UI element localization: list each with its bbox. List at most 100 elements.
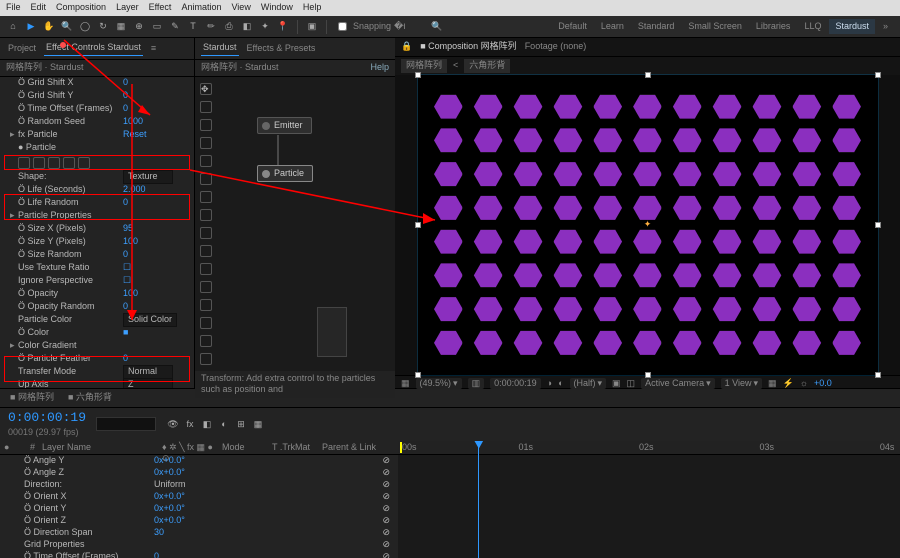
- timeline-prop-row[interactable]: Grid Properties⊘: [0, 539, 398, 551]
- resolution-select[interactable]: (Half) ▾: [570, 378, 607, 390]
- prop-row[interactable]: Ö Grid Shift X0: [4, 77, 190, 90]
- graph-icon[interactable]: ⊞: [234, 417, 248, 431]
- menu-effect[interactable]: Effect: [149, 2, 172, 14]
- nodetool-5-icon[interactable]: [200, 173, 212, 185]
- pickwhip-icon[interactable]: ⊘: [382, 491, 390, 503]
- prop-value[interactable]: 0: [123, 249, 128, 261]
- anchor-tool-icon[interactable]: ⊕: [132, 20, 146, 34]
- tab-composition[interactable]: ■ Composition 网格阵列: [420, 41, 516, 53]
- viewport[interactable]: ✦: [395, 75, 900, 375]
- tl-prop-value[interactable]: 30: [154, 527, 164, 539]
- timeline-prop-row[interactable]: Ö Orient X0x+0.0°⊘: [0, 491, 398, 503]
- ws-overflow-icon[interactable]: »: [877, 19, 894, 35]
- timeline-layer-list[interactable]: ●# Layer Name ♦ ✲ ╲ fx ▦ ● ⊙ Mode T .Trk…: [0, 441, 398, 558]
- nodetool-12-icon[interactable]: [200, 299, 212, 311]
- node-canvas[interactable]: Emitter Particle: [217, 77, 395, 371]
- prop-row[interactable]: Ö Size X (Pixels)95: [4, 223, 190, 236]
- text-tool-icon[interactable]: T: [186, 20, 200, 34]
- zoom-tool-icon[interactable]: 🔍: [60, 20, 74, 34]
- ws-stardust[interactable]: Stardust: [829, 19, 875, 35]
- tl-prop-value[interactable]: 0x+0.0°: [154, 503, 185, 515]
- prop-value[interactable]: 0: [123, 197, 128, 209]
- timeline-prop-row[interactable]: Ö Orient Y0x+0.0°⊘: [0, 503, 398, 515]
- tab-stardust[interactable]: Stardust: [201, 41, 239, 56]
- fast-preview-icon[interactable]: ⚡: [783, 378, 794, 390]
- menu-window[interactable]: Window: [261, 2, 293, 14]
- prop-row[interactable]: ● Particle: [4, 142, 190, 155]
- handle-rc[interactable]: [875, 222, 881, 228]
- prop-value[interactable]: ☐: [123, 262, 131, 274]
- tl-tab-2[interactable]: ■ 六角形背: [68, 392, 112, 404]
- prop-row[interactable]: Ö Life Random0: [4, 197, 190, 210]
- tab-effect-controls[interactable]: Effect Controls Stardust: [44, 41, 143, 56]
- preset-icon[interactable]: [33, 157, 45, 169]
- nodetool-3-icon[interactable]: [200, 137, 212, 149]
- menu-layer[interactable]: Layer: [116, 2, 139, 14]
- col-trkmat[interactable]: T .TrkMat: [268, 442, 318, 453]
- ws-libraries[interactable]: Libraries: [750, 19, 797, 35]
- preset-icon[interactable]: [78, 157, 90, 169]
- node-minimap[interactable]: [317, 307, 347, 357]
- handle-br[interactable]: [875, 372, 881, 378]
- tl-prop-value[interactable]: 0x+0.0°: [154, 455, 185, 467]
- nodetool-6-icon[interactable]: [200, 191, 212, 203]
- prop-value[interactable]: ■: [123, 327, 128, 339]
- timeline-search-input[interactable]: [96, 417, 156, 431]
- app-menubar[interactable]: File Edit Composition Layer Effect Anima…: [0, 0, 900, 16]
- workspace-switcher[interactable]: Default Learn Standard Small Screen Libr…: [552, 19, 894, 35]
- nodetool-1-icon[interactable]: [200, 101, 212, 113]
- brush-tool-icon[interactable]: ✏: [204, 20, 218, 34]
- nodetool-move-icon[interactable]: ✥: [200, 83, 212, 95]
- lock-icon[interactable]: 🔒: [401, 41, 412, 53]
- prop-row[interactable]: ▸fx ParticleReset: [4, 129, 190, 142]
- tl-tab-1[interactable]: ■ 网格阵列: [10, 392, 54, 404]
- shy-icon[interactable]: 👁: [166, 417, 180, 431]
- exposure-value[interactable]: +0.0: [814, 378, 832, 390]
- menu-animation[interactable]: Animation: [181, 2, 221, 14]
- nodetool-10-icon[interactable]: [200, 263, 212, 275]
- prop-row[interactable]: Transfer ModeNormal: [4, 366, 190, 379]
- prop-value[interactable]: 100: [123, 236, 138, 248]
- nodetool-4-icon[interactable]: [200, 155, 212, 167]
- prop-row[interactable]: ▸Color Gradient: [4, 340, 190, 353]
- ws-default[interactable]: Default: [552, 19, 593, 35]
- menu-file[interactable]: File: [6, 2, 21, 14]
- ws-llq[interactable]: LLQ: [798, 19, 827, 35]
- tl-prop-value[interactable]: 0x+0.0°: [154, 515, 185, 527]
- eraser-tool-icon[interactable]: ◧: [240, 20, 254, 34]
- nodetool-7-icon[interactable]: [200, 209, 212, 221]
- timeline-prop-row[interactable]: Ö Direction Span30⊘: [0, 527, 398, 539]
- pickwhip-icon[interactable]: ⊘: [382, 539, 390, 551]
- prop-row[interactable]: Up AxisZ: [4, 379, 190, 389]
- camera-tool-icon[interactable]: ▦: [114, 20, 128, 34]
- current-timecode[interactable]: 0:00:00:19: [8, 410, 86, 427]
- nodetool-15-icon[interactable]: [200, 353, 212, 365]
- pickwhip-icon[interactable]: ⊘: [382, 455, 390, 467]
- playhead[interactable]: [478, 441, 479, 558]
- preset-icon[interactable]: [63, 157, 75, 169]
- hand-tool-icon[interactable]: ✋: [42, 20, 56, 34]
- prop-row[interactable]: Ö Opacity Random0: [4, 301, 190, 314]
- pen-tool-icon[interactable]: ✎: [168, 20, 182, 34]
- prop-row[interactable]: Particle ColorSolid Color: [4, 314, 190, 327]
- timeline-prop-row[interactable]: Ö Angle Y0x+0.0°⊘: [0, 455, 398, 467]
- prop-row[interactable]: ▸Particle Properties: [4, 210, 190, 223]
- roto-tool-icon[interactable]: ✦: [258, 20, 272, 34]
- alpha-icon[interactable]: ◐: [558, 378, 563, 390]
- timecode-readout[interactable]: 0:00:00:19: [490, 378, 541, 390]
- prop-row[interactable]: Ö Random Seed1000: [4, 116, 190, 129]
- prop-value[interactable]: Texture: [123, 170, 173, 184]
- crumb-1[interactable]: 网格阵列: [401, 59, 447, 73]
- roi-icon[interactable]: ▣: [612, 378, 621, 390]
- ws-smallscreen[interactable]: Small Screen: [682, 19, 748, 35]
- ws-learn[interactable]: Learn: [595, 19, 630, 35]
- effect-property-list[interactable]: Ö Grid Shift X0Ö Grid Shift Y0Ö Time Off…: [0, 77, 194, 389]
- pickwhip-icon[interactable]: ⊘: [382, 551, 390, 558]
- col-parent[interactable]: Parent & Link: [318, 442, 380, 453]
- prop-row[interactable]: Ö Size Random0: [4, 249, 190, 262]
- comp-canvas[interactable]: ✦: [418, 75, 878, 375]
- prop-value[interactable]: 0: [123, 353, 128, 365]
- handle-tl[interactable]: [415, 72, 421, 78]
- timeline-track-area[interactable]: 00s 01s 02s 03s 04s: [398, 441, 900, 558]
- col-layername[interactable]: Layer Name: [38, 442, 158, 453]
